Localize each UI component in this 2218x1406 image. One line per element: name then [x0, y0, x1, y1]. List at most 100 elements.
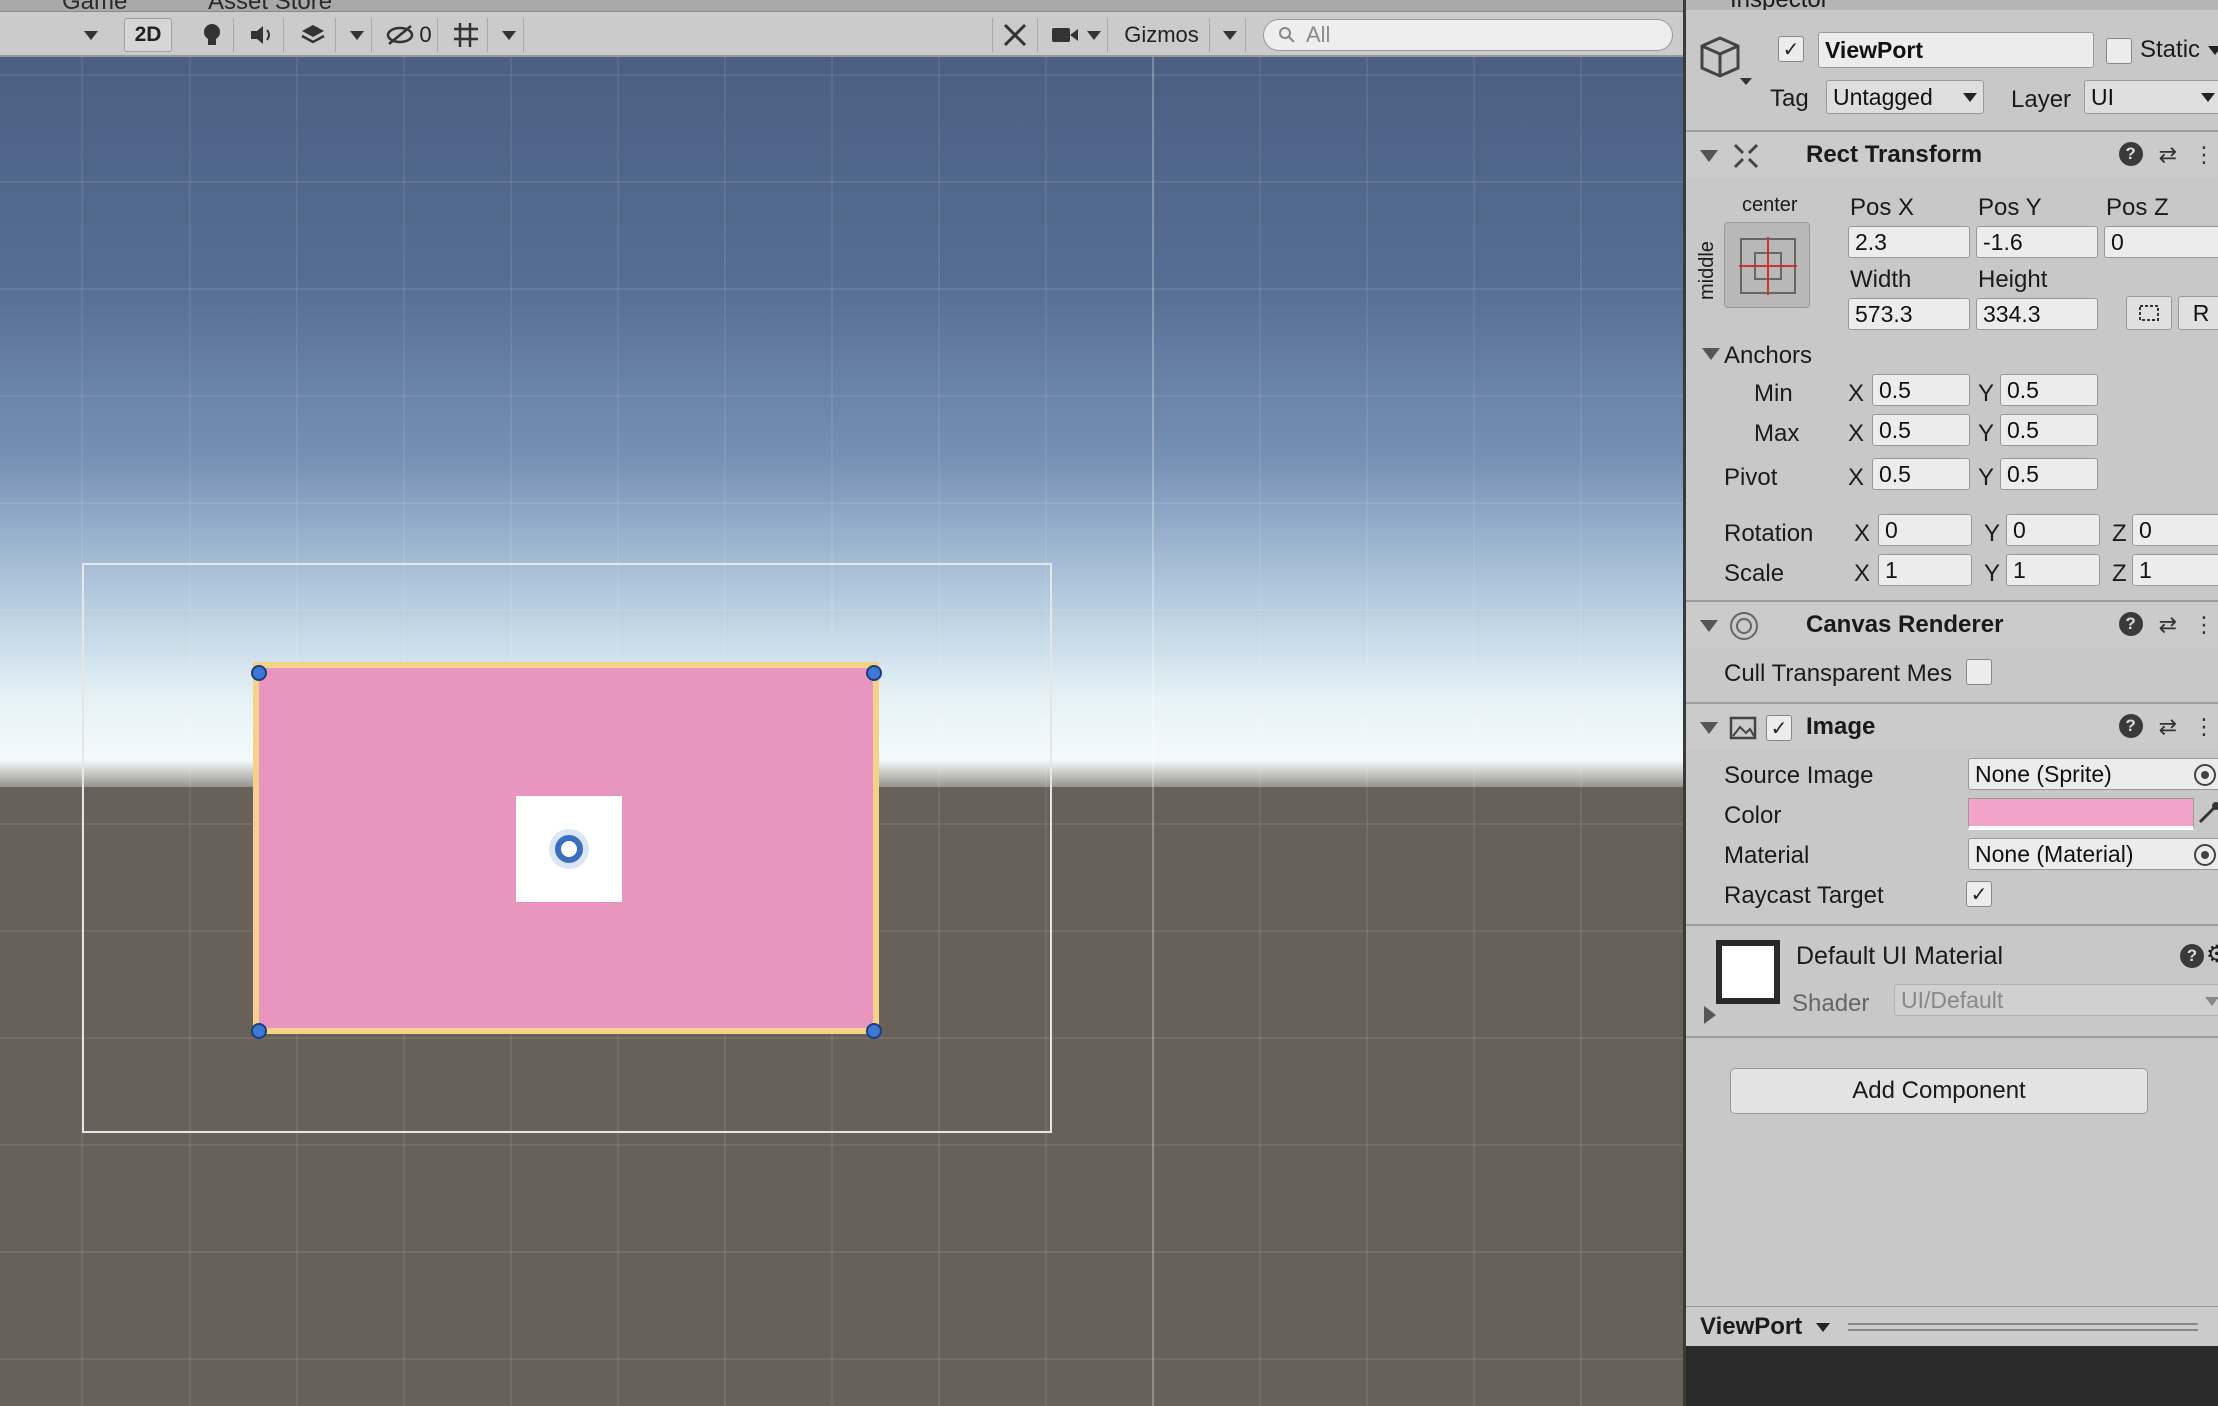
tab-game[interactable]: Game — [62, 0, 127, 11]
lightbulb-icon — [203, 24, 220, 45]
gizmos-button[interactable]: Gizmos — [1114, 18, 1210, 52]
effects-toggle[interactable] — [290, 18, 336, 52]
presets-icon[interactable]: ⇄ — [2159, 714, 2177, 740]
gizmos-dropdown[interactable] — [1214, 18, 1246, 52]
chevron-down-icon[interactable] — [1816, 1323, 1830, 1332]
rect-handle-top-left[interactable] — [251, 665, 267, 681]
tab-inspector[interactable]: Inspector — [1730, 0, 1829, 10]
fold-triangle-icon[interactable] — [1700, 620, 1718, 632]
anchor-min-y-field[interactable]: 0.5 — [2000, 374, 2098, 406]
material-field[interactable]: None (Material) — [1968, 838, 2218, 870]
pos-z-field[interactable]: 0 — [2104, 226, 2218, 258]
draw-mode-dropdown[interactable] — [74, 18, 108, 52]
anchors-fold-icon[interactable] — [1702, 348, 1720, 360]
cull-transparent-checkbox[interactable] — [1966, 659, 1992, 685]
layers-icon — [300, 25, 325, 44]
rect-handle-bottom-right[interactable] — [866, 1023, 882, 1039]
width-field[interactable]: 573.3 — [1848, 298, 1970, 330]
more-icon[interactable]: ⋮ — [2193, 142, 2215, 168]
blueprint-mode-button[interactable] — [2126, 296, 2172, 330]
active-checkbox[interactable]: ✓ — [1778, 36, 1804, 62]
scale-z-field[interactable]: 1 — [2132, 554, 2218, 586]
more-icon[interactable]: ⋮ — [2193, 714, 2215, 740]
scale-x-field[interactable]: 1 — [1878, 554, 1972, 586]
expand-triangle-icon[interactable] — [1704, 1006, 1716, 1024]
static-checkbox[interactable] — [2106, 38, 2132, 64]
rotation-x-field[interactable]: 0 — [1878, 514, 1972, 546]
more-icon[interactable]: ⋮ — [2193, 612, 2215, 638]
more-icon[interactable]: ⋮ — [2210, 1313, 2218, 1342]
raw-edit-button[interactable]: R — [2178, 296, 2218, 330]
layer-value: UI — [2091, 83, 2114, 110]
audio-toggle[interactable] — [240, 18, 284, 52]
gear-icon[interactable]: ⚙ — [2206, 940, 2218, 969]
help-icon[interactable]: ? — [2118, 142, 2143, 166]
layer-dropdown[interactable]: UI — [2084, 80, 2218, 114]
anchor-preset-button[interactable] — [1724, 222, 1810, 308]
rotation-z-field[interactable]: 0 — [2132, 514, 2218, 546]
camera-dropdown[interactable] — [1044, 18, 1108, 52]
dashed-rect-icon — [2139, 305, 2159, 321]
object-name-field[interactable]: ViewPort — [1818, 32, 2094, 68]
presets-icon[interactable]: ⇄ — [2159, 142, 2177, 168]
pivot-label: Pivot — [1724, 464, 1778, 491]
source-image-label: Source Image — [1724, 762, 1874, 789]
mode-2d-toggle[interactable]: 2D — [124, 18, 172, 52]
pivot-handle[interactable] — [516, 796, 622, 902]
preview-drag-handle[interactable] — [1848, 1323, 2198, 1331]
rect-handle-bottom-left[interactable] — [251, 1023, 267, 1039]
effects-dropdown[interactable] — [342, 18, 372, 52]
image-header[interactable]: ✓ Image ? ⇄ ⋮ — [1686, 702, 2218, 750]
material-name: Default UI Material — [1796, 942, 2004, 970]
lighting-toggle[interactable] — [190, 18, 234, 52]
tab-asset-store[interactable]: Asset Store — [208, 0, 332, 11]
grid-toggle[interactable] — [444, 18, 488, 52]
tools-toggle[interactable] — [992, 18, 1038, 52]
image-enabled-checkbox[interactable]: ✓ — [1766, 715, 1792, 741]
object-picker-icon[interactable] — [2194, 844, 2216, 866]
help-icon[interactable]: ? — [2118, 612, 2143, 636]
canvas-renderer-header[interactable]: Canvas Renderer ? ⇄ ⋮ — [1686, 600, 2218, 648]
anchor-max-x-field[interactable]: 0.5 — [1872, 414, 1970, 446]
eyedropper-icon[interactable] — [2196, 800, 2218, 826]
anchor-min-x-field[interactable]: 0.5 — [1872, 374, 1970, 406]
chevron-down-icon[interactable] — [2208, 46, 2218, 55]
tag-dropdown[interactable]: Untagged — [1826, 80, 1984, 114]
footer-object-name[interactable]: ViewPort — [1700, 1313, 1802, 1341]
shader-dropdown[interactable]: UI/Default — [1894, 984, 2218, 1016]
gameobject-cube-icon[interactable] — [1700, 32, 1758, 90]
rect-transform-header[interactable]: Rect Transform ? ⇄ ⋮ — [1686, 130, 2218, 178]
scale-y-field[interactable]: 1 — [2006, 554, 2100, 586]
raycast-target-checkbox[interactable]: ✓ — [1966, 881, 1992, 907]
rotation-label: Rotation — [1724, 520, 1814, 547]
scene-view[interactable]: Game Asset Store 2D 0 Gizmos — [0, 0, 1683, 1406]
anchor-max-y-field[interactable]: 0.5 — [2000, 414, 2098, 446]
scene-search-input[interactable]: All — [1263, 19, 1673, 51]
object-picker-icon[interactable] — [2194, 764, 2216, 786]
pos-x-field[interactable]: 2.3 — [1848, 226, 1970, 258]
chevron-down-icon — [501, 30, 516, 40]
add-component-button[interactable]: Add Component — [1730, 1068, 2148, 1114]
source-image-field[interactable]: None (Sprite) — [1968, 758, 2218, 790]
fold-triangle-icon[interactable] — [1700, 150, 1718, 162]
fold-triangle-icon[interactable] — [1700, 722, 1718, 734]
source-image-value: None (Sprite) — [1975, 760, 2112, 787]
help-icon[interactable]: ? — [2180, 944, 2204, 968]
color-field[interactable] — [1968, 798, 2194, 830]
axis-x-label: X — [1848, 380, 1865, 407]
rect-handle-top-right[interactable] — [866, 665, 882, 681]
pivot-y-field[interactable]: 0.5 — [2000, 458, 2098, 490]
presets-icon[interactable]: ⇄ — [2159, 612, 2177, 638]
pos-y-field[interactable]: -1.6 — [1976, 226, 2098, 258]
grid-dropdown[interactable] — [494, 18, 524, 52]
shader-value: UI/Default — [1901, 986, 2004, 1013]
height-field[interactable]: 334.3 — [1976, 298, 2098, 330]
help-icon[interactable]: ? — [2118, 714, 2143, 738]
axis-y-label: Y — [1984, 560, 2001, 587]
tag-value: Untagged — [1833, 83, 1933, 110]
pivot-icon — [555, 835, 583, 863]
scene-visibility-toggle[interactable]: 0 — [380, 18, 438, 52]
cull-transparent-label: Cull Transparent Mes — [1724, 660, 1953, 687]
pivot-x-field[interactable]: 0.5 — [1872, 458, 1970, 490]
rotation-y-field[interactable]: 0 — [2006, 514, 2100, 546]
